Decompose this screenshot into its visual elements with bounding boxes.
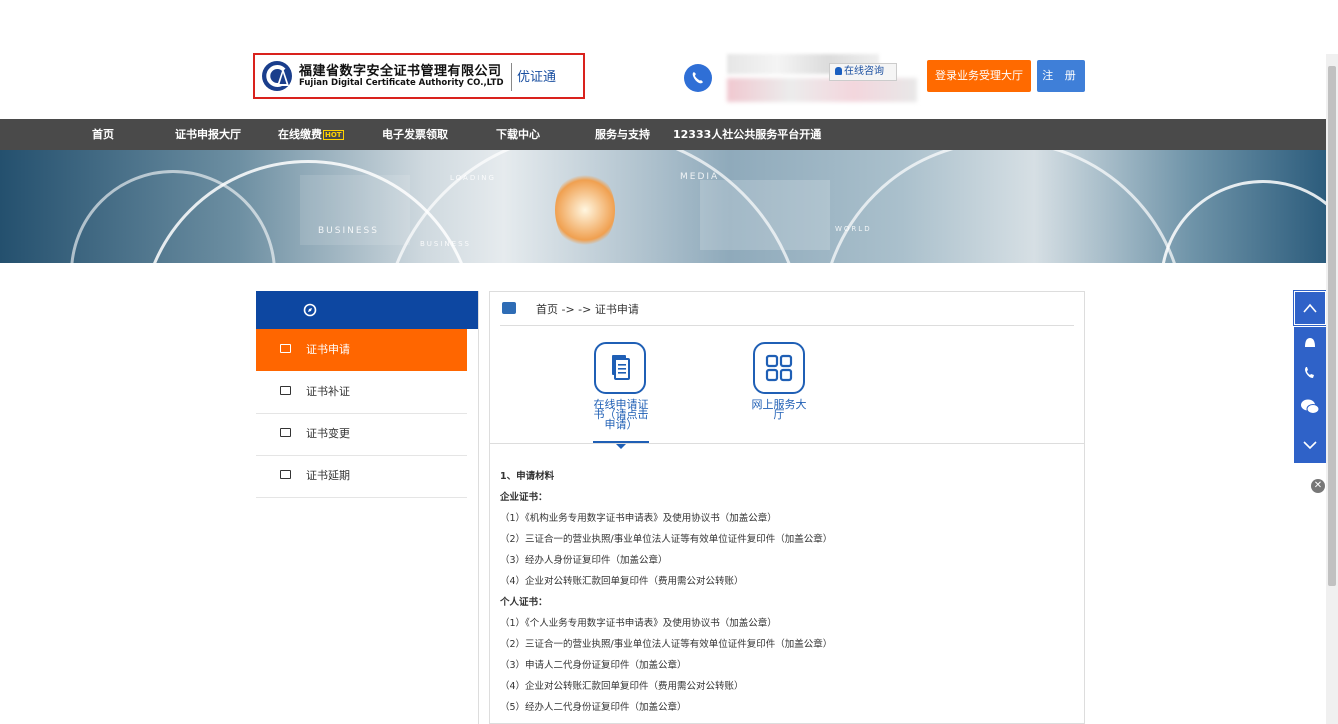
materials-heading: 1、申请材料 [500, 471, 555, 482]
list-item: （4）企业对公转账汇款回单复印件（费用需公对公转账） [500, 576, 744, 587]
logo-chinese-name: 福建省数字安全证书管理有限公司 [299, 64, 502, 79]
nav-item-home[interactable]: 首页 [92, 119, 114, 150]
blurred-contact-info [727, 78, 917, 102]
personal-cert-title: 个人证书： [500, 597, 548, 608]
company-logo[interactable]: 福建省数字安全证书管理有限公司 Fujian Digital Certifica… [253, 53, 585, 99]
phone-float-button[interactable] [1294, 357, 1326, 387]
cropped-top-text: ▔▔▔ [0, 0, 46, 10]
breadcrumb: 首页 -> -> 证书申请 [536, 303, 639, 316]
breadcrumb-divider [500, 325, 1074, 326]
chevron-down-icon [1303, 441, 1317, 450]
logo-divider [511, 63, 512, 91]
list-item: （1）《个人业务专用数字证书申请表》及使用协议书（加盖公章） [500, 618, 777, 629]
list-item: （3）申请人二代身份证复印件（加盖公章） [500, 660, 687, 671]
hero-banner: BUSINESS BUSINESS MEDIA WORLD LOADING [0, 150, 1326, 263]
list-item: （4）企业对公转账汇款回单复印件（费用需公对公转账） [500, 681, 744, 692]
banner-word: BUSINESS [318, 226, 379, 236]
folder-icon [280, 386, 291, 395]
grid-icon [765, 354, 793, 382]
online-apply-service-button[interactable] [594, 342, 646, 394]
online-consult-button[interactable]: 在线咨询 [829, 63, 897, 81]
document-icon [612, 355, 630, 380]
list-item: （1）《机构业务专用数字证书申请表》及使用协议书（加盖公章） [500, 513, 777, 524]
online-service-hall-button[interactable] [753, 342, 805, 394]
nav-item-cert-hall[interactable]: 证书申报大厅 [175, 119, 241, 150]
nav-item-online-payment[interactable]: 在线缴费 HOT [278, 119, 344, 150]
list-item: （3）经办人身份证复印件（加盖公章） [500, 555, 668, 566]
scrollbar-thumb[interactable] [1328, 66, 1336, 586]
sidebar-item-cert-extend[interactable]: 证书延期 [256, 455, 467, 498]
online-apply-service-label[interactable]: 在线申请证 书（请点击 申请） [588, 399, 654, 430]
login-hall-button[interactable]: 登录业务受理大厅 [927, 60, 1031, 92]
wechat-icon [1301, 399, 1320, 414]
hot-badge: HOT [323, 130, 344, 140]
section-divider [490, 443, 1084, 444]
sidebar-item-cert-reissue[interactable]: 证书补证 [256, 371, 467, 414]
wechat-float-button[interactable] [1294, 387, 1326, 427]
list-item: （2）三证合一的营业执照/事业单位法人证等有效单位证件复印件（加盖公章） [500, 534, 833, 545]
nav-item-12333[interactable]: 12333人社公共服务平台开通 [673, 119, 821, 150]
logo-brand: 优证通 [517, 70, 557, 85]
sidebar-item-cert-apply[interactable]: 证书申请 [256, 329, 467, 371]
compass-icon [303, 303, 317, 317]
list-item: （5）经办人二代身份证复印件（加盖公章） [500, 702, 687, 713]
sidebar-item-label: 证书补证 [306, 385, 350, 398]
scroll-bottom-button[interactable] [1294, 427, 1326, 463]
logo-english-name: Fujian Digital Certificate Authority CO.… [299, 78, 504, 88]
user-icon [835, 67, 842, 75]
register-button[interactable]: 注 册 [1037, 60, 1085, 92]
sidebar-item-label: 证书变更 [306, 427, 350, 440]
online-service-hall-label[interactable]: 网上服务大 厅 [746, 399, 812, 420]
sidebar-item-label: 证书延期 [306, 469, 350, 482]
ca-logo-icon [262, 61, 292, 91]
nav-item-service-support[interactable]: 服务与支持 [595, 119, 650, 150]
sidebar-item-label: 证书申请 [306, 343, 350, 356]
nav-item-download[interactable]: 下载中心 [496, 119, 540, 150]
chevron-up-icon [1303, 303, 1317, 313]
nav-item-e-invoice[interactable]: 电子发票领取 [382, 119, 448, 150]
close-icon[interactable]: ✕ [1311, 479, 1325, 493]
main-nav: 首页 证书申报大厅 在线缴费 HOT 电子发票领取 下载中心 服务与支持 1233… [0, 119, 1326, 150]
banner-word: LOADING [450, 174, 496, 182]
user-icon [1305, 338, 1315, 347]
phone-icon [684, 64, 712, 92]
list-item: （2）三证合一的营业执照/事业单位法人证等有效单位证件复印件（加盖公章） [500, 639, 833, 650]
banner-word: BUSINESS [420, 240, 471, 248]
sidebar-border [478, 291, 479, 724]
folder-icon [280, 428, 291, 437]
folder-icon [280, 344, 291, 353]
online-consult-float-button[interactable] [1294, 327, 1326, 357]
banner-word: MEDIA [680, 172, 720, 182]
folder-icon [280, 470, 291, 479]
sidebar-header [256, 291, 479, 329]
phone-icon [1305, 367, 1314, 378]
sidebar-item-cert-change[interactable]: 证书变更 [256, 413, 467, 456]
online-consult-label: 在线咨询 [844, 66, 884, 77]
enterprise-cert-title: 企业证书： [500, 492, 548, 503]
scroll-top-button[interactable] [1293, 290, 1327, 326]
banner-word: WORLD [835, 225, 872, 233]
materials-content: 1、申请材料 企业证书： （1）《机构业务专用数字证书申请表》及使用协议书（加盖… [500, 466, 832, 718]
map-icon [502, 302, 516, 314]
